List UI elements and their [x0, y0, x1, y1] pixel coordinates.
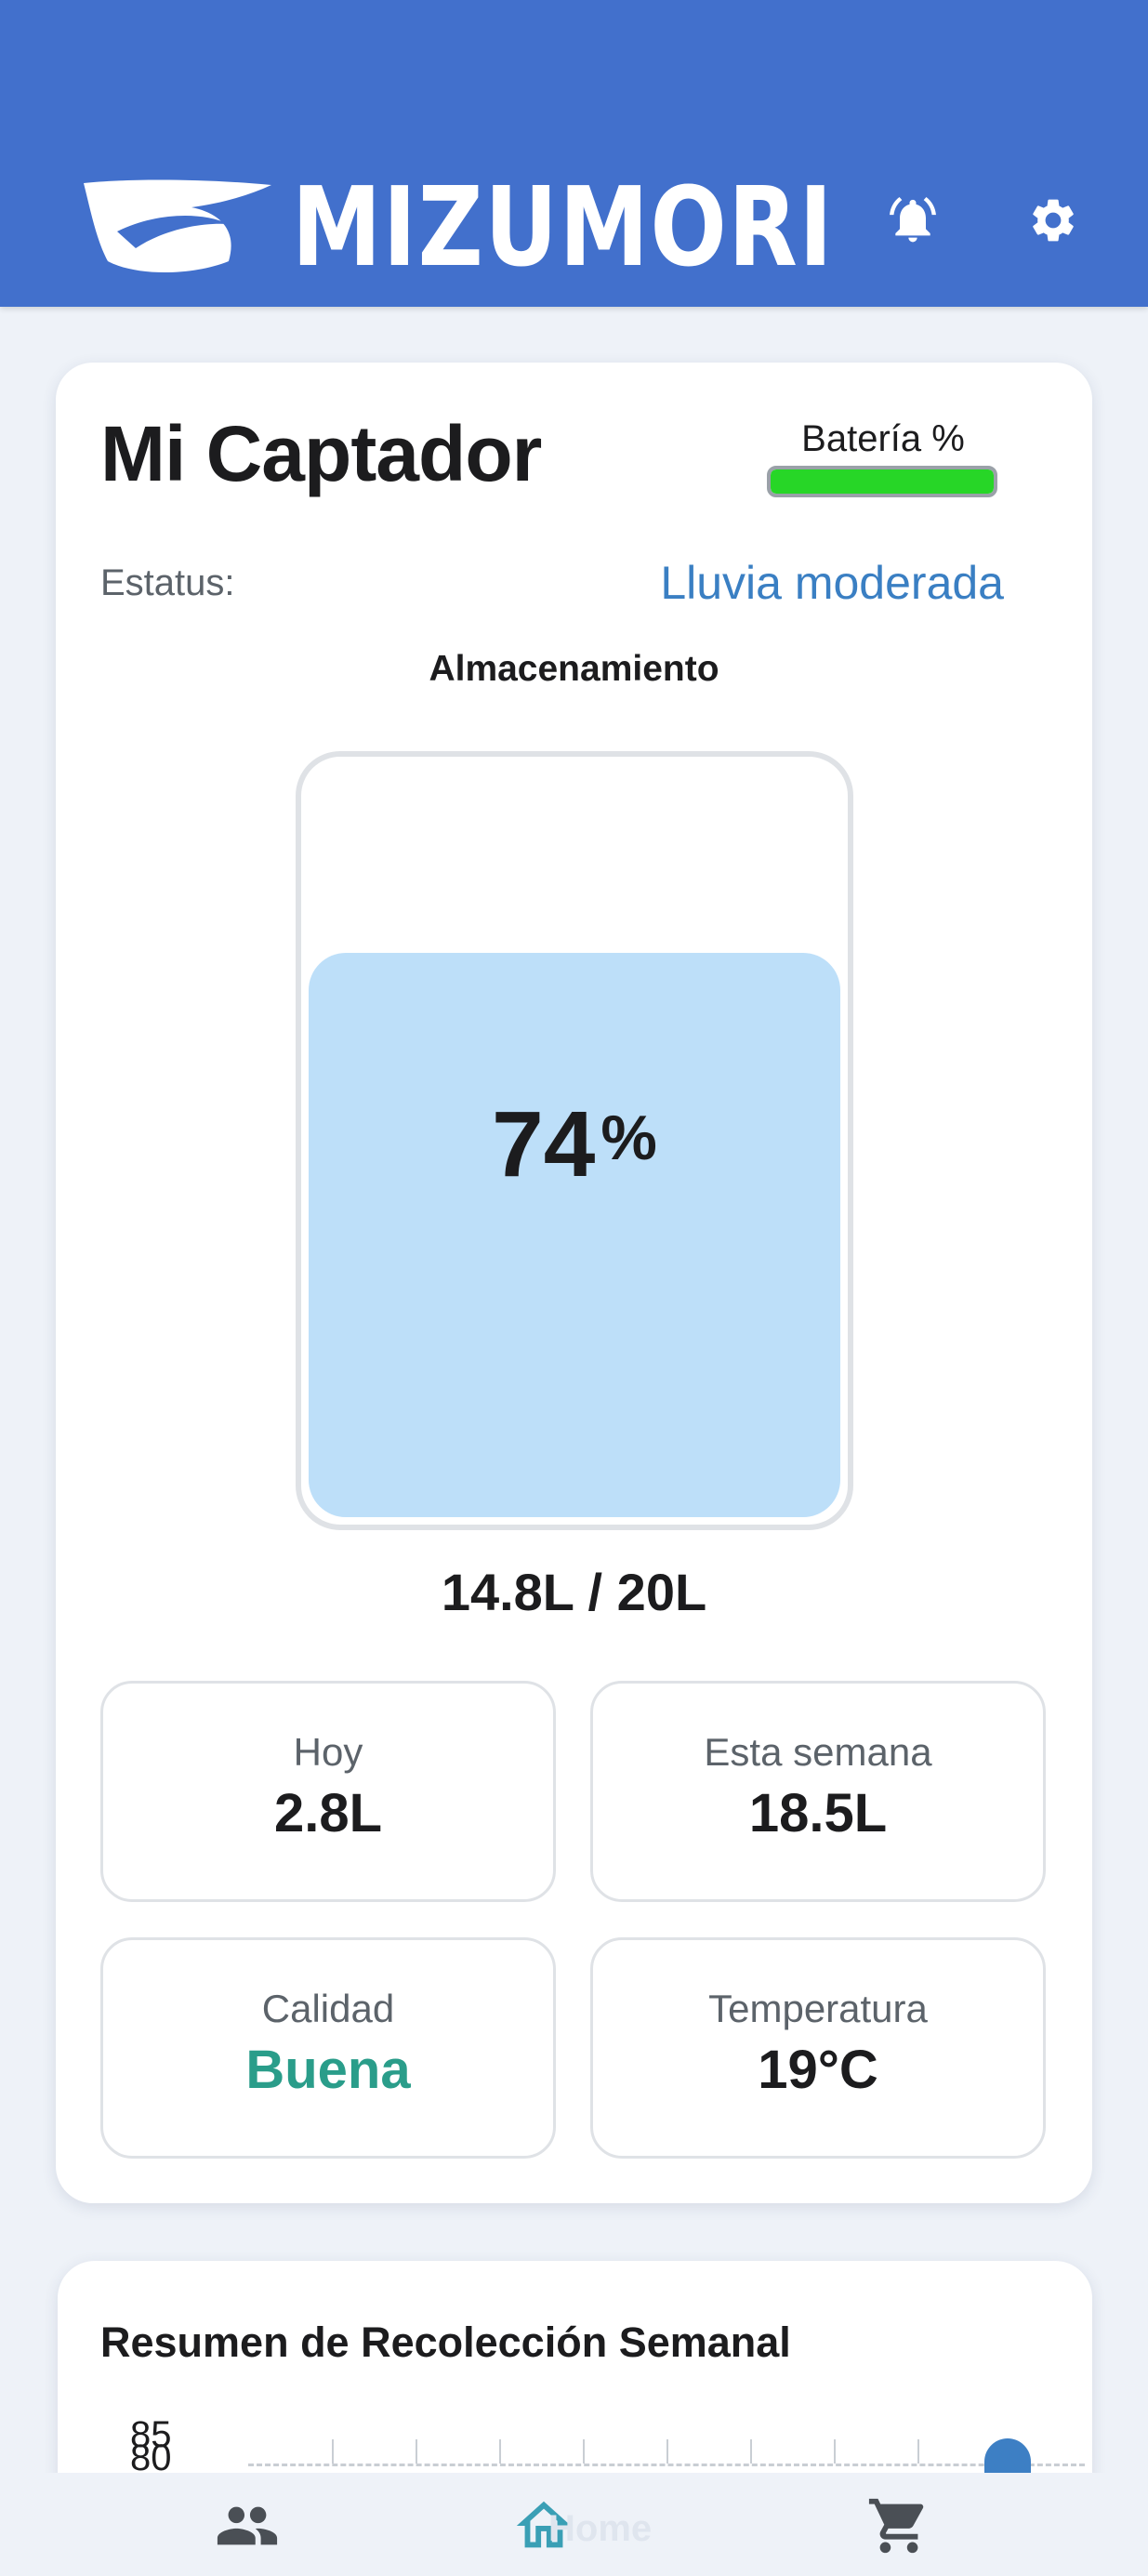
- notifications-button[interactable]: [880, 188, 945, 253]
- cart-icon: [868, 2498, 924, 2554]
- stat-value: 2.8L: [273, 1783, 383, 1843]
- chart-x-tick: [917, 2439, 919, 2464]
- chart-gridline: [248, 2464, 1085, 2466]
- collector-card: Mi Captador Batería % Estatus: Lluvia mo…: [56, 363, 1092, 2203]
- brand-wordmark: MIZUMORI: [292, 163, 835, 291]
- chart-x-tick: [750, 2439, 752, 2464]
- logo-mark-icon: [84, 179, 271, 272]
- chart-x-tick: [666, 2439, 668, 2464]
- storage-tank: 74%: [296, 751, 853, 1530]
- battery-fill: [771, 469, 994, 494]
- app-header: MIZUMORI: [0, 0, 1148, 307]
- tank-water-level: [309, 953, 840, 1517]
- gear-icon: [1033, 199, 1074, 242]
- people-icon: [217, 2506, 278, 2545]
- stat-value: 19°C: [758, 2040, 878, 2100]
- chart-x-tick: [499, 2439, 501, 2464]
- nav-home-label: Home: [548, 2508, 653, 2549]
- fill-percent: 74%: [301, 1091, 848, 1198]
- stat-card-temperature: Temperatura 19°C: [590, 1937, 1046, 2159]
- status-value: Lluvia moderada: [660, 557, 1004, 609]
- battery-label: Batería %: [801, 418, 965, 459]
- stat-label: Hoy: [293, 1730, 363, 1774]
- stat-label: Calidad: [261, 1987, 395, 2030]
- nav-community[interactable]: [205, 2493, 289, 2558]
- chart-x-tick: [583, 2439, 585, 2464]
- capacity-text: 14.8L / 20L: [441, 1563, 707, 1621]
- bottom-nav: Home: [0, 2473, 1148, 2576]
- stat-card-week: Esta semana 18.5L: [590, 1681, 1046, 1902]
- brand-logo: MIZUMORI: [80, 166, 833, 287]
- fill-percent-symbol: %: [600, 1103, 657, 1173]
- battery-bar: [767, 466, 997, 497]
- chart-x-tick: [416, 2439, 417, 2464]
- fill-percent-value: 74: [492, 1092, 596, 1196]
- storage-label: Almacenamiento: [429, 649, 719, 689]
- chart-x-tick: [834, 2439, 836, 2464]
- stat-label: Temperatura: [708, 1987, 928, 2030]
- stat-value: 18.5L: [748, 1783, 888, 1843]
- app-screen: MIZUMORI Mi Captador Batería % Estatus: …: [0, 0, 1148, 2576]
- chart-x-tick: [332, 2439, 334, 2464]
- stat-card-today: Hoy 2.8L: [100, 1681, 556, 1902]
- battery-indicator: Batería %: [767, 418, 999, 497]
- bell-icon: [890, 197, 936, 243]
- stat-label: Esta semana: [704, 1730, 932, 1774]
- status-label: Estatus:: [100, 562, 235, 603]
- nav-shop[interactable]: [857, 2493, 941, 2558]
- settings-button[interactable]: [1021, 188, 1086, 253]
- weekly-summary-title: Resumen de Recolección Semanal: [100, 2318, 791, 2366]
- stat-value: Buena: [245, 2040, 411, 2100]
- stat-card-quality: Calidad Buena: [100, 1937, 556, 2159]
- collector-title: Mi Captador: [100, 410, 542, 497]
